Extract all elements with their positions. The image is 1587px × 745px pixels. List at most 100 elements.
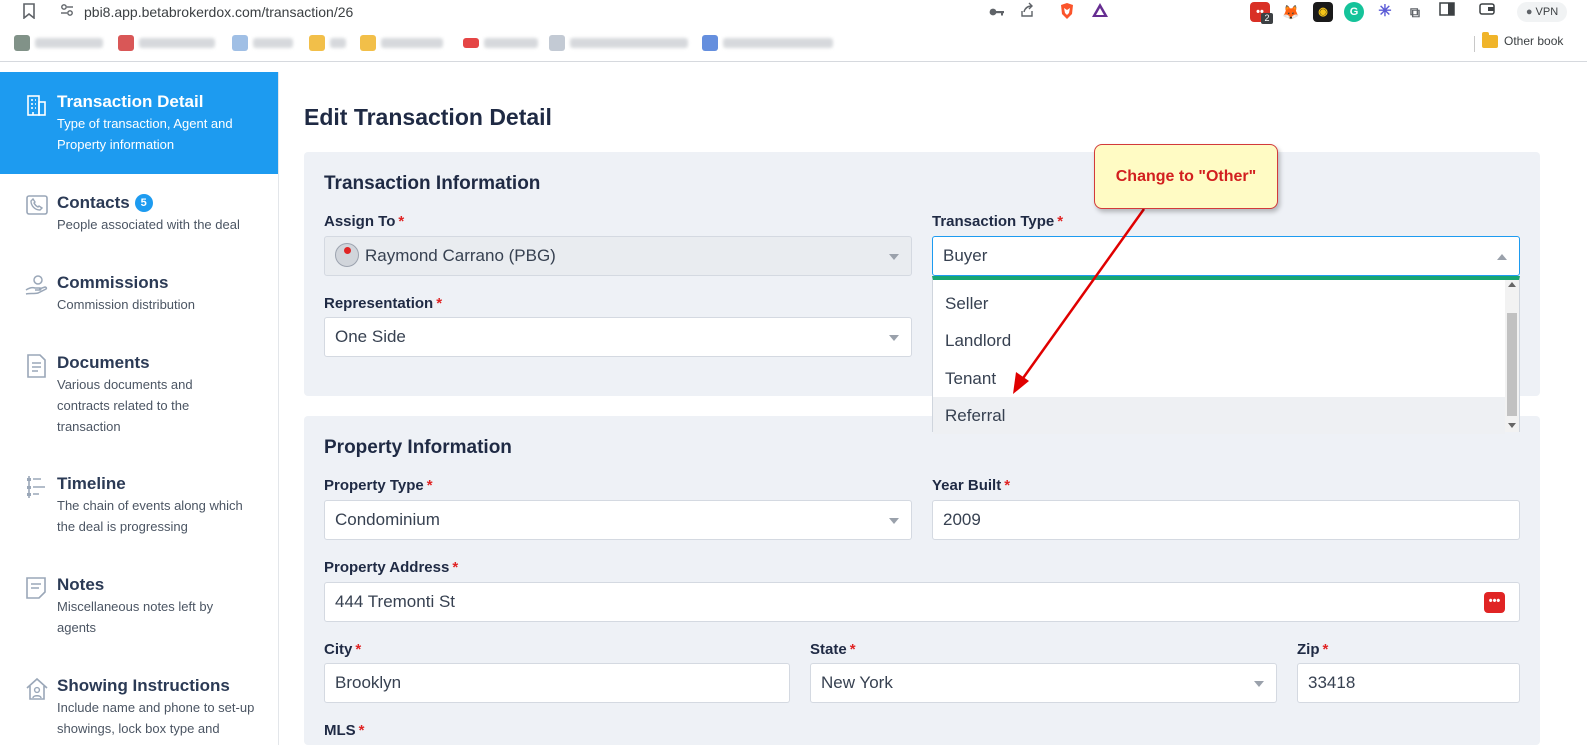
- transaction-type-select[interactable]: Buyer: [932, 236, 1520, 276]
- notes-icon: [24, 575, 50, 601]
- dropdown-scrollbar[interactable]: [1505, 280, 1519, 432]
- mls-label: MLS *: [324, 722, 365, 739]
- property-type-select[interactable]: Condominium: [324, 500, 912, 540]
- bookmark-page-icon[interactable]: [20, 3, 38, 21]
- sidebar-item-contacts[interactable]: Contacts 5 People associated with the dea…: [0, 193, 278, 263]
- share-icon[interactable]: [1017, 2, 1037, 22]
- sidebar-item-title: Commissions: [57, 273, 169, 292]
- zip-label: Zip *: [1297, 641, 1328, 658]
- building-icon: [24, 93, 50, 119]
- dropdown-option-landlord[interactable]: Landlord: [933, 322, 1505, 359]
- chevron-down-icon: [889, 518, 899, 524]
- zip-value: 33418: [1308, 673, 1356, 692]
- password-manager-icon[interactable]: •••: [1484, 592, 1505, 613]
- bookmark-item[interactable]: [14, 34, 103, 52]
- bookmark-item[interactable]: [232, 34, 293, 52]
- bookmark-item[interactable]: [118, 34, 215, 52]
- sidebar-item-title: Timeline: [57, 474, 126, 493]
- dropdown-option-seller[interactable]: Seller: [933, 285, 1505, 322]
- extension-star-icon[interactable]: ✳: [1375, 2, 1395, 22]
- key-icon[interactable]: [987, 2, 1007, 22]
- hand-coin-icon: [24, 273, 50, 299]
- sidebar-item-title: Transaction Detail: [57, 92, 204, 111]
- bookmark-favicon: [549, 35, 565, 51]
- bookmark-label-blurred: [330, 38, 346, 48]
- bookmark-favicon: [702, 35, 718, 51]
- bookmark-item[interactable]: [549, 34, 688, 52]
- bookmark-item[interactable]: [463, 34, 538, 52]
- scroll-up-arrow-icon[interactable]: [1508, 282, 1516, 287]
- vpn-label: VPN: [1535, 6, 1559, 18]
- sidebar-item-title: Documents: [57, 353, 150, 372]
- state-select[interactable]: New York: [810, 663, 1277, 703]
- sidebar-item-desc: Miscellaneous notes left by agents: [57, 599, 214, 635]
- required-marker: *: [358, 722, 365, 739]
- required-marker: *: [398, 213, 405, 230]
- wallet-icon[interactable]: [1477, 2, 1497, 22]
- sidebar-item-documents[interactable]: Documents Various documents and contract…: [0, 353, 278, 463]
- vpn-button[interactable]: ● VPN: [1517, 2, 1567, 22]
- brave-shield-icon[interactable]: [1057, 2, 1077, 22]
- zip-input[interactable]: 33418: [1297, 663, 1520, 703]
- sidebar-item-transaction-detail[interactable]: Transaction Detail Type of transaction, …: [0, 72, 278, 174]
- representation-select[interactable]: One Side: [324, 317, 912, 357]
- dropdown-option-referral[interactable]: Referral: [933, 397, 1505, 434]
- state-label-text: State: [810, 641, 847, 658]
- sidebar-item-notes[interactable]: Notes Miscellaneous notes left by agents: [0, 575, 278, 665]
- sidebar-item-desc: Various documents and contracts related …: [57, 377, 193, 434]
- extension-lion-icon[interactable]: ◉: [1313, 2, 1333, 22]
- bookmark-favicon: [463, 38, 479, 48]
- agent-avatar: [335, 243, 359, 267]
- dropdown-option-tenant[interactable]: Tenant: [933, 360, 1505, 397]
- property-address-label: Property Address *: [324, 559, 458, 576]
- bookmark-favicon: [118, 35, 134, 51]
- bookmark-label-blurred: [35, 38, 103, 48]
- sidebar-item-label: Contacts: [57, 193, 130, 212]
- grammarly-icon[interactable]: G: [1344, 2, 1364, 22]
- bookmark-item[interactable]: [702, 34, 833, 52]
- sidebar-item-timeline[interactable]: Timeline The chain of events along which…: [0, 474, 278, 564]
- scrollbar-thumb[interactable]: [1507, 313, 1517, 416]
- folder-icon: [1482, 31, 1498, 48]
- city-label-text: City: [324, 641, 353, 658]
- brave-rewards-icon[interactable]: [1090, 2, 1110, 22]
- assign-to-value: Raymond Carrano (PBG): [365, 246, 556, 265]
- bookmark-favicon: [232, 35, 248, 51]
- bookmark-folder[interactable]: [360, 34, 443, 52]
- assign-to-label-text: Assign To: [324, 213, 396, 230]
- year-built-value: 2009: [943, 510, 981, 529]
- sidebar-item-desc: Commission distribution: [57, 297, 195, 312]
- property-information-card: Property Information Property Type * Cond…: [304, 416, 1540, 745]
- browser-chrome: pbi8.app.betabrokerdox.com/transaction/2…: [0, 0, 1587, 62]
- required-marker: *: [1004, 477, 1011, 494]
- other-bookmarks-folder[interactable]: Other book: [1482, 31, 1564, 48]
- side-panel-icon[interactable]: [1437, 2, 1457, 22]
- transaction-type-value: Buyer: [943, 246, 988, 265]
- sidebar-item-desc: Include name and phone to set-up showing…: [57, 700, 255, 736]
- property-address-input[interactable]: 444 Tremonti St •••: [324, 582, 1520, 622]
- assign-to-label: Assign To *: [324, 213, 404, 230]
- property-type-label: Property Type *: [324, 477, 433, 494]
- city-input[interactable]: Brooklyn: [324, 663, 790, 703]
- extension-badge: 2: [1261, 13, 1273, 24]
- year-built-input[interactable]: 2009: [932, 500, 1520, 540]
- metamask-fox-icon[interactable]: 🦊: [1281, 2, 1301, 22]
- contacts-icon: [24, 193, 50, 219]
- sidebar-item-commissions[interactable]: Commissions Commission distribution: [0, 273, 278, 343]
- bookmark-label-blurred: [381, 38, 443, 48]
- required-marker: *: [436, 295, 443, 312]
- city-value: Brooklyn: [335, 673, 402, 692]
- property-address-value: 444 Tremonti St: [335, 592, 456, 611]
- required-marker: *: [1322, 641, 1329, 658]
- scroll-down-arrow-icon[interactable]: [1508, 423, 1516, 428]
- site-settings-icon[interactable]: [60, 3, 74, 20]
- sidebar-item-showing-instructions[interactable]: Showing Instructions Include name and ph…: [0, 676, 278, 745]
- chevron-down-icon: [889, 254, 899, 260]
- assign-to-select[interactable]: Raymond Carrano (PBG): [324, 236, 912, 276]
- chevron-up-icon: [1497, 254, 1507, 260]
- other-bookmarks-label: Other book: [1504, 34, 1564, 48]
- state-value: New York: [821, 673, 893, 692]
- extensions-puzzle-icon[interactable]: ⧉: [1405, 2, 1425, 22]
- bookmark-folder[interactable]: [309, 34, 346, 52]
- omnibox[interactable]: pbi8.app.betabrokerdox.com/transaction/2…: [50, 0, 1118, 24]
